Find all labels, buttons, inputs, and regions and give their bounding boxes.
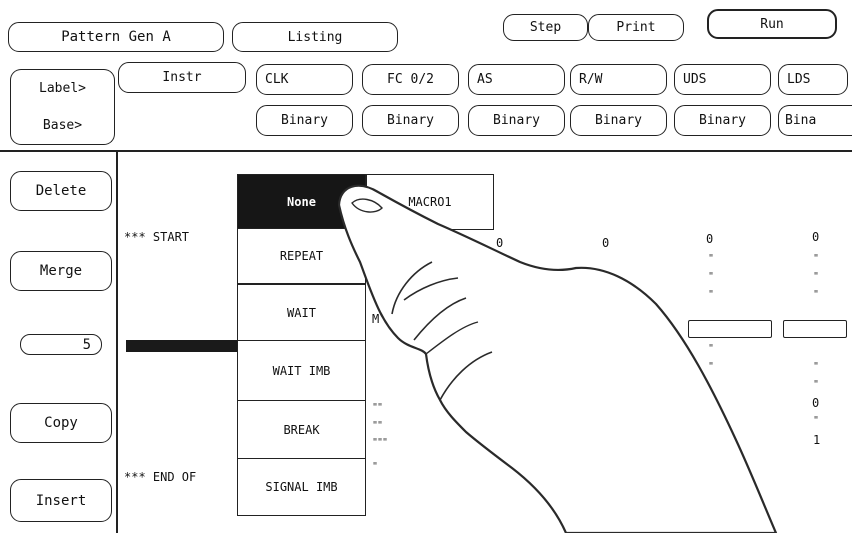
col-value: 0 — [496, 236, 504, 250]
ditto-mark: "" — [372, 402, 383, 413]
ditto-mark: " — [813, 379, 820, 390]
base-fc-button[interactable]: Binary — [362, 105, 459, 136]
macro-box[interactable]: MACRO1 — [366, 174, 494, 230]
listing-button[interactable]: Listing — [232, 22, 398, 52]
merge-button[interactable]: Merge — [10, 251, 112, 291]
ditto-mark: " — [813, 271, 820, 282]
repeat-count-field[interactable]: 5 — [20, 334, 102, 355]
col-value: 0 — [602, 236, 610, 250]
ditto-mark: " — [708, 361, 715, 372]
ditto-mark: " — [813, 361, 820, 372]
label-instr-button[interactable]: Instr — [118, 62, 246, 93]
base-clk-button[interactable]: Binary — [256, 105, 353, 136]
label-row-title[interactable]: Label> — [10, 69, 115, 107]
base-rw-button[interactable]: Binary — [570, 105, 667, 136]
side-panel-divider — [116, 152, 118, 533]
menu-item-none[interactable]: None — [237, 174, 366, 230]
highlight-cell — [688, 320, 772, 338]
row-m-label: M — [372, 312, 380, 326]
ditto-mark: " — [708, 289, 715, 300]
step-button[interactable]: Step — [503, 14, 588, 41]
base-lds-button[interactable]: Bina — [778, 105, 852, 136]
base-uds-button[interactable]: Binary — [674, 105, 771, 136]
ditto-mark: " — [813, 415, 820, 426]
label-rw-button[interactable]: R/W — [570, 64, 667, 95]
ditto-mark: " — [813, 289, 820, 300]
ditto-mark: " — [372, 461, 379, 472]
ditto-mark: """ — [372, 437, 388, 448]
base-as-button[interactable]: Binary — [468, 105, 565, 136]
highlight-cell — [783, 320, 847, 338]
label-clk-button[interactable]: CLK — [256, 64, 353, 95]
start-marker: *** START — [124, 230, 190, 244]
cursor-bar — [126, 340, 238, 352]
base-row-title[interactable]: Base> — [10, 107, 115, 145]
logic-analyzer-screen: Pattern Gen A Listing Step Print Run Lab… — [0, 0, 852, 533]
insert-button[interactable]: Insert — [10, 479, 112, 522]
menu-item-break[interactable]: BREAK — [237, 400, 366, 460]
menu-item-repeat[interactable]: REPEAT — [237, 228, 366, 284]
col-value: 0 — [812, 396, 820, 410]
run-button[interactable]: Run — [707, 9, 837, 39]
menu-item-wait-imb[interactable]: WAIT IMB — [237, 340, 366, 402]
ditto-mark: " — [708, 253, 715, 264]
ditto-mark: " — [708, 271, 715, 282]
menu-item-signal-imb[interactable]: SIGNAL IMB — [237, 458, 366, 516]
print-button[interactable]: Print — [588, 14, 684, 41]
col-value: 0 — [812, 230, 820, 244]
ditto-mark: " — [708, 343, 715, 354]
header-divider — [0, 150, 852, 152]
col-value: 1 — [813, 433, 821, 447]
label-uds-button[interactable]: UDS — [674, 64, 771, 95]
label-as-button[interactable]: AS — [468, 64, 565, 95]
ditto-mark: " — [813, 253, 820, 264]
delete-button[interactable]: Delete — [10, 171, 112, 211]
col-value: 0 — [706, 232, 714, 246]
ditto-mark: "" — [372, 420, 383, 431]
pattern-gen-button[interactable]: Pattern Gen A — [8, 22, 224, 52]
label-lds-button[interactable]: LDS — [778, 64, 848, 95]
menu-item-wait[interactable]: WAIT — [237, 284, 366, 342]
label-fc-button[interactable]: FC 0/2 — [362, 64, 459, 95]
copy-button[interactable]: Copy — [10, 403, 112, 443]
end-marker: *** END OF — [124, 470, 197, 484]
